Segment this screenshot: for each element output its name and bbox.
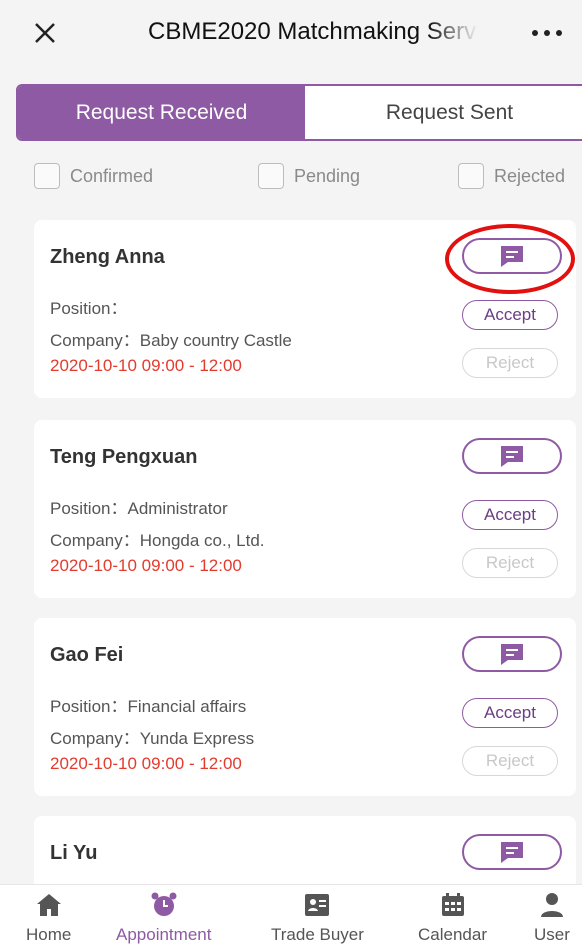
- nav-trade-buyer[interactable]: Trade Buyer: [271, 891, 364, 945]
- requester-company: Company：Yunda Express: [50, 729, 255, 748]
- requester-name: Zheng Anna: [50, 246, 165, 268]
- message-button[interactable]: [462, 834, 562, 870]
- requester-position: Position：Administrator: [50, 499, 228, 518]
- chat-icon: [501, 246, 523, 267]
- chat-icon: [501, 842, 523, 863]
- filter-confirmed[interactable]: Confirmed: [34, 163, 153, 189]
- meeting-time: 2020-10-10 09:00 - 12:00: [50, 754, 242, 773]
- reject-button[interactable]: Reject: [462, 548, 558, 578]
- pending-checkbox[interactable]: [258, 163, 284, 189]
- rejected-checkbox[interactable]: [458, 163, 484, 189]
- contact-card-icon: [305, 894, 330, 916]
- meeting-time: 2020-10-10 09:00 - 12:00: [50, 556, 242, 575]
- status-filters: Confirmed Pending Rejected: [0, 163, 582, 203]
- requester-position: Position：: [50, 299, 128, 318]
- accept-button[interactable]: Accept: [462, 500, 558, 530]
- calendar-icon: [441, 893, 464, 916]
- requester-name: Li Yu: [50, 842, 98, 864]
- accept-button[interactable]: Accept: [462, 698, 558, 728]
- request-card: Zheng Anna Position： Company：Baby countr…: [34, 220, 576, 398]
- nav-appointment[interactable]: Appointment: [116, 891, 211, 945]
- user-icon: [540, 893, 563, 917]
- requester-name: Teng Pengxuan: [50, 446, 198, 468]
- confirmed-checkbox[interactable]: [34, 163, 60, 189]
- nav-label: Calendar: [418, 925, 487, 944]
- meeting-time: 2020-10-10 09:00 - 12:00: [50, 356, 242, 375]
- message-button[interactable]: [462, 636, 562, 672]
- reject-button[interactable]: Reject: [462, 348, 558, 378]
- requester-name: Gao Fei: [50, 644, 124, 666]
- tab-request-sent[interactable]: Request Sent: [305, 86, 582, 139]
- message-button[interactable]: [462, 438, 562, 474]
- tab-request-received[interactable]: Request Received: [18, 86, 305, 139]
- filter-rejected[interactable]: Rejected: [458, 163, 565, 189]
- filter-label: Pending: [294, 165, 361, 186]
- accept-button[interactable]: Accept: [462, 300, 558, 330]
- request-card: Gao Fei Position：Financial affairs Compa…: [34, 618, 576, 796]
- more-options-icon[interactable]: [530, 28, 576, 38]
- page-title: CBME2020 Matchmaking Service: [148, 18, 478, 45]
- chat-icon: [501, 446, 523, 467]
- bottom-navigation: Home Appointment Trade Buyer Calendar Us…: [0, 884, 582, 950]
- reject-button[interactable]: Reject: [462, 746, 558, 776]
- close-icon[interactable]: [30, 18, 60, 48]
- nav-label: Home: [26, 925, 72, 944]
- nav-label: Trade Buyer: [271, 925, 364, 944]
- request-card: Teng Pengxuan Position：Administrator Com…: [34, 420, 576, 598]
- top-bar: CBME2020 Matchmaking Service: [0, 0, 582, 66]
- nav-calendar[interactable]: Calendar: [418, 891, 487, 945]
- alarm-clock-icon: [151, 892, 177, 916]
- filter-label: Rejected: [494, 165, 566, 186]
- chat-icon: [501, 644, 523, 665]
- home-icon: [36, 894, 61, 916]
- nav-user[interactable]: User: [534, 891, 570, 945]
- message-button[interactable]: [462, 238, 562, 274]
- request-tabs: Request Received Request Sent: [16, 84, 582, 141]
- filter-label: Confirmed: [70, 165, 154, 186]
- requester-company: Company：Baby country Castle: [50, 331, 292, 350]
- requester-position: Position：Financial affairs: [50, 697, 247, 716]
- nav-home[interactable]: Home: [26, 891, 71, 945]
- filter-pending[interactable]: Pending: [258, 163, 360, 189]
- requester-company: Company：Hongda co., Ltd.: [50, 531, 265, 550]
- nav-label: Appointment: [116, 925, 212, 944]
- nav-label: User: [534, 925, 570, 944]
